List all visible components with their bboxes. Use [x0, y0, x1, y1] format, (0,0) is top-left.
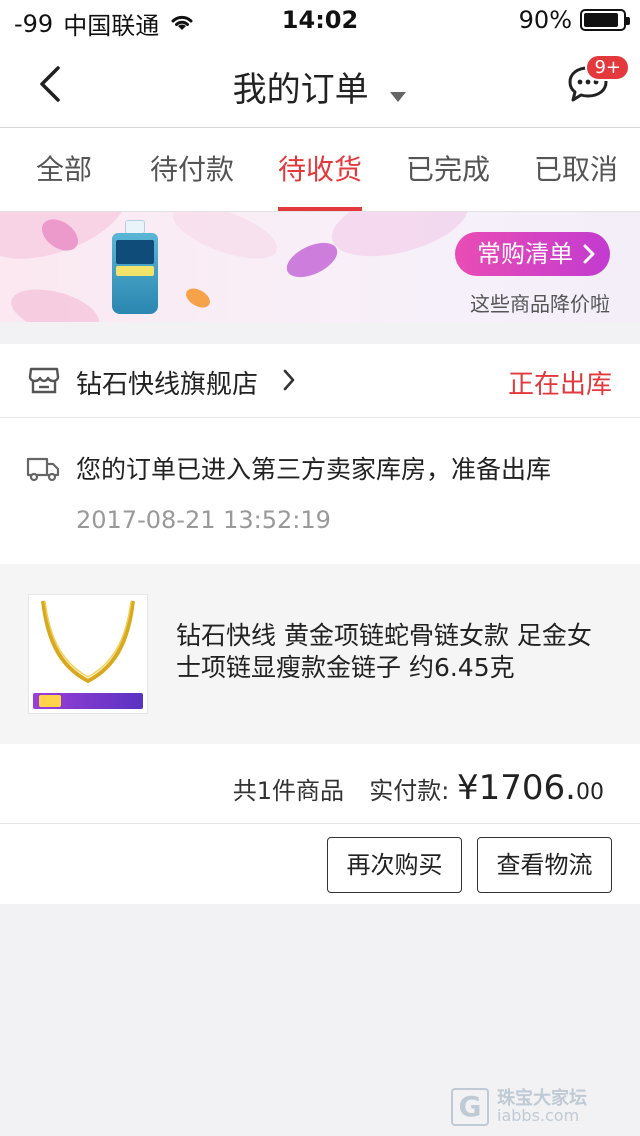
banner-petal-shape — [166, 212, 284, 270]
banner-petal-shape — [182, 284, 214, 312]
chevron-right-icon — [582, 232, 596, 290]
store-icon — [28, 364, 60, 396]
tab-pending-payment[interactable]: 待付款 — [128, 128, 256, 211]
product-thumbnail — [28, 594, 148, 714]
order-tabs: 全部 待付款 待收货 已完成 已取消 — [0, 128, 640, 212]
item-count: 共1件商品 — [232, 777, 344, 805]
status-right: 90% — [518, 6, 630, 34]
bottle-label-stripe — [116, 266, 154, 276]
battery-tip — [626, 17, 630, 25]
tracking-message: 您的订单已进入第三方卖家库房，准备出库 — [76, 455, 552, 484]
order-card: 钻石快线旗舰店 正在出库 您的订单已进入第三方卖家库房，准备出库 2017-08… — [0, 344, 640, 904]
frequent-purchases-button[interactable]: 常购清单 — [455, 232, 610, 276]
shop-row[interactable]: 钻石快线旗舰店 正在出库 — [0, 344, 640, 418]
tab-pending-receipt[interactable]: 待收货 — [256, 128, 384, 211]
paid-label: 实付款: — [369, 777, 450, 805]
view-logistics-button[interactable]: 查看物流 — [477, 837, 612, 893]
promo-banner[interactable]: 常购清单 这些商品降价啦 — [0, 212, 640, 322]
promo-tag — [39, 695, 61, 707]
truck-icon — [26, 456, 60, 482]
price-integer: 1706. — [478, 768, 576, 808]
bottle-cap — [125, 220, 145, 234]
chevron-right-icon — [282, 368, 296, 396]
tab-cancelled[interactable]: 已取消 — [512, 128, 640, 211]
watermark-logo: G — [451, 1088, 489, 1126]
tracking-timestamp: 2017-08-21 13:52:19 — [76, 506, 331, 534]
banner-petal-shape — [324, 212, 476, 270]
caret-down-icon — [389, 72, 407, 112]
price-decimal: 00 — [576, 780, 604, 805]
banner-petal-shape — [6, 281, 104, 322]
product-promo-strip — [33, 693, 143, 709]
page-title-text: 我的订单 — [232, 70, 369, 110]
watermark-url: iabbs.com — [497, 1106, 580, 1125]
bottle-label — [116, 240, 154, 264]
battery-percent: 90% — [518, 6, 572, 34]
mouthwash-product-image — [112, 220, 158, 314]
battery-icon — [580, 9, 630, 31]
product-row[interactable]: 钻石快线 黄金项链蛇骨链女款 足金女士项链显瘦款金链子 约6.45克 — [0, 564, 640, 744]
currency-symbol: ¥ — [457, 768, 479, 808]
message-badge: 9+ — [585, 54, 630, 81]
order-total-row: 共1件商品 实付款: ¥1706.00 — [0, 744, 640, 824]
status-bar: -99 中国联通 14:02 90% — [0, 0, 640, 40]
tab-all[interactable]: 全部 — [0, 128, 128, 211]
page-title[interactable]: 我的订单 — [0, 62, 640, 112]
nav-bar: 我的订单 9+ — [0, 40, 640, 128]
order-actions: 再次购买 查看物流 — [0, 824, 640, 904]
battery-fill — [584, 13, 619, 27]
shop-name: 钻石快线旗舰店 — [76, 370, 259, 400]
forum-watermark: G 珠宝大家坛 iabbs.com — [451, 1084, 626, 1128]
tab-completed[interactable]: 已完成 — [384, 128, 512, 211]
order-status: 正在出库 — [507, 370, 612, 400]
tracking-row[interactable]: 您的订单已进入第三方卖家库房，准备出库 2017-08-21 13:52:19 — [0, 418, 640, 564]
paid-amount: ¥1706.00 — [457, 768, 604, 808]
frequent-purchases-label: 常购清单 — [477, 240, 573, 268]
order-total: 共1件商品 实付款: ¥1706.00 — [233, 768, 604, 808]
banner-subtitle: 这些商品降价啦 — [470, 292, 610, 316]
product-title: 钻石快线 黄金项链蛇骨链女款 足金女士项链显瘦款金链子 约6.45克 — [176, 621, 592, 682]
rebuy-button[interactable]: 再次购买 — [327, 837, 462, 893]
